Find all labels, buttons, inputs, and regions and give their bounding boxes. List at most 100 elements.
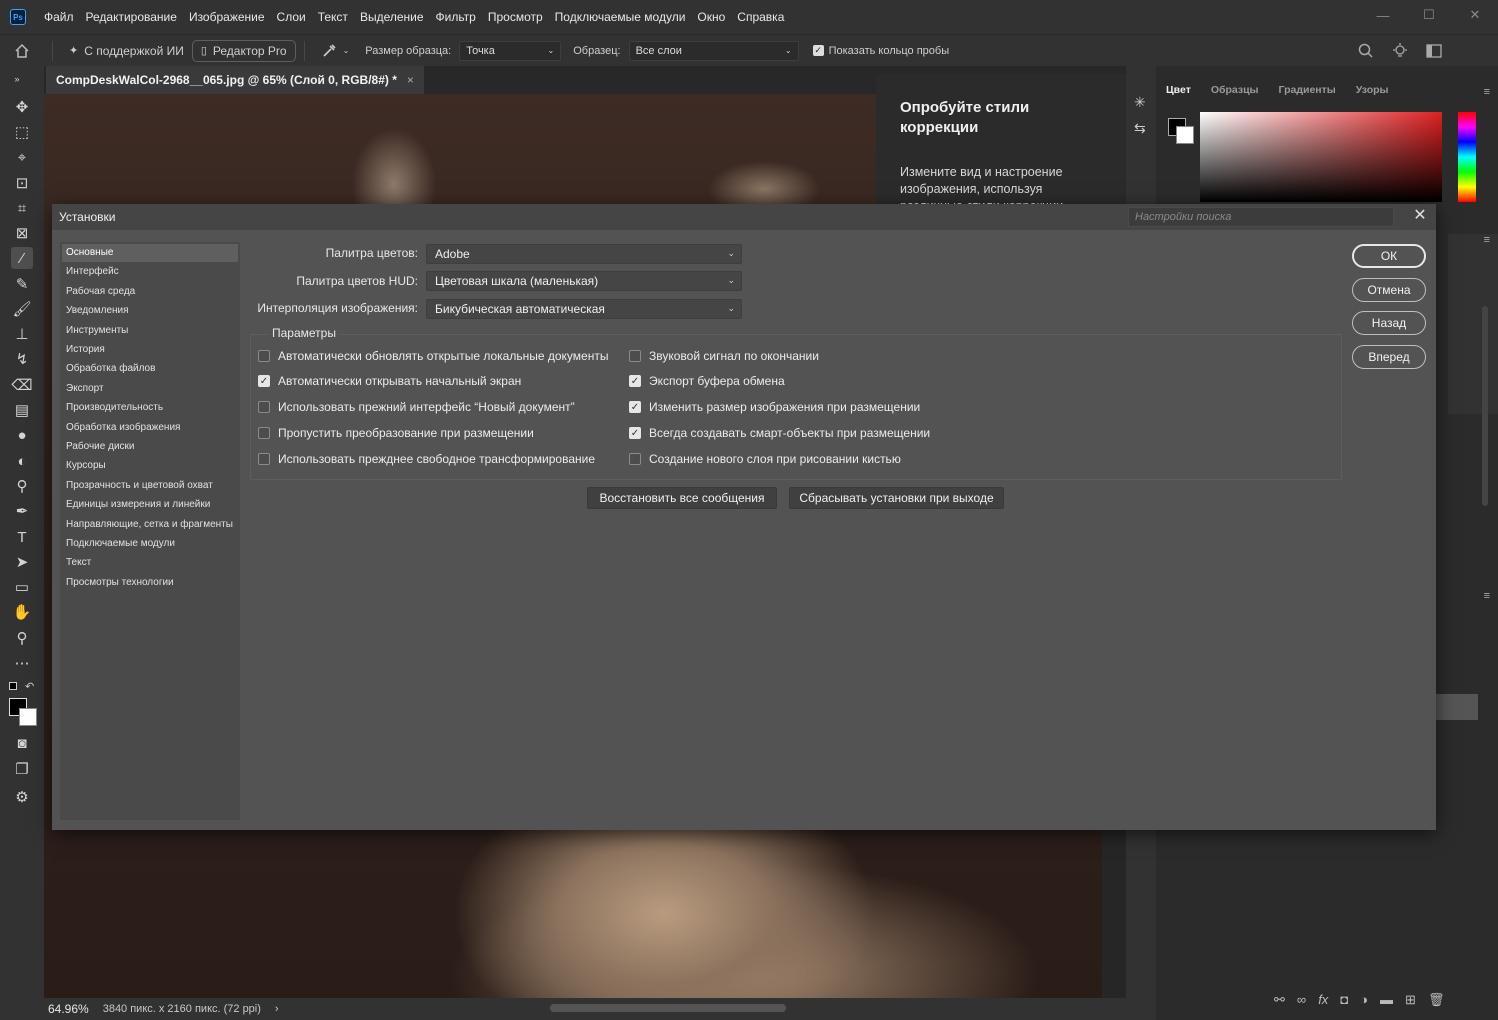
- nav-item-type[interactable]: Текст: [62, 554, 238, 572]
- show-ring-checkbox[interactable]: ✓: [812, 45, 824, 56]
- nav-item-file-handling[interactable]: Обработка файлов: [62, 360, 238, 378]
- menu-window[interactable]: Окно: [691, 10, 731, 24]
- chevron-right-icon[interactable]: ›: [275, 1003, 279, 1015]
- maximize-button[interactable]: ☐: [1406, 0, 1452, 30]
- menu-filter[interactable]: Фильтр: [430, 10, 482, 24]
- menu-help[interactable]: Справка: [731, 10, 790, 24]
- nav-item-workspace[interactable]: Рабочая среда: [62, 283, 238, 301]
- more-tools-icon[interactable]: ⋯: [11, 652, 33, 674]
- zoom-level[interactable]: 64.96%: [48, 1002, 89, 1016]
- horizontal-scrollbar[interactable]: [550, 1004, 786, 1012]
- expand-toolbar-icon[interactable]: »: [6, 68, 28, 90]
- menu-type[interactable]: Текст: [312, 10, 354, 24]
- nav-item-image-processing[interactable]: Обработка изображения: [62, 419, 238, 437]
- history-brush-tool-icon[interactable]: ↯: [11, 348, 33, 370]
- background-color-swatch[interactable]: [1176, 126, 1194, 144]
- type-tool-icon[interactable]: T: [11, 526, 33, 548]
- option-legacy-new-document[interactable]: Использовать прежний интерфейс “Новый до…: [258, 400, 575, 414]
- ok-button[interactable]: ОК: [1352, 244, 1426, 268]
- zoom-tool-icon[interactable]: ⚲: [11, 627, 33, 649]
- trash-icon[interactable]: 🗑: [1428, 992, 1445, 1008]
- color-panel-swatches[interactable]: [1168, 118, 1194, 144]
- cancel-button[interactable]: Отмена: [1352, 278, 1426, 302]
- blur-tool-icon[interactable]: ●: [11, 424, 33, 446]
- crop-tool-icon[interactable]: ⌗: [11, 197, 33, 219]
- nav-item-guides-grid-slices[interactable]: Направляющие, сетка и фрагменты: [62, 516, 238, 534]
- option-legacy-free-transform[interactable]: Использовать прежднее свободное трансфор…: [258, 452, 595, 466]
- panel-scrollbar[interactable]: [1482, 306, 1488, 506]
- menu-edit[interactable]: Редактирование: [80, 10, 183, 24]
- document-tab[interactable]: CompDeskWalCol-2968__065.jpg @ 65% (Слой…: [46, 66, 424, 94]
- checkbox[interactable]: [258, 350, 270, 362]
- panel-menu-icon[interactable]: ≡: [1484, 86, 1490, 98]
- tab-patterns[interactable]: Узоры: [1346, 80, 1399, 104]
- brush-tool-icon[interactable]: 🖌: [11, 298, 33, 320]
- checkbox[interactable]: [258, 427, 270, 439]
- tab-color[interactable]: Цвет: [1156, 80, 1201, 104]
- layer-fill-field[interactable]: [1436, 694, 1478, 720]
- minimize-button[interactable]: —: [1360, 0, 1406, 30]
- foreground-background-swatches[interactable]: [9, 698, 39, 728]
- menu-plugins[interactable]: Подключаемые модули: [549, 10, 692, 24]
- adjustments-icon[interactable]: ⇆: [1134, 120, 1146, 137]
- tab-gradients[interactable]: Градиенты: [1269, 80, 1346, 104]
- edit-toolbar-icon[interactable]: ⚙: [11, 786, 33, 808]
- path-selection-tool-icon[interactable]: ➤: [11, 551, 33, 573]
- nav-item-tools[interactable]: Инструменты: [62, 322, 238, 340]
- hue-slider[interactable]: [1458, 112, 1476, 202]
- pen-tool-icon[interactable]: ✒: [11, 500, 33, 522]
- new-group-icon[interactable]: ▬: [1380, 992, 1393, 1008]
- color-picker-select[interactable]: Adobe ⌄: [426, 244, 742, 264]
- option-beep-when-done[interactable]: Звуковой сигнал по окончании: [629, 349, 819, 363]
- sample-select[interactable]: Все слои ⌄: [628, 40, 799, 61]
- home-icon[interactable]: [0, 43, 44, 59]
- menu-file[interactable]: Файл: [38, 10, 80, 24]
- new-layer-icon[interactable]: ⊞: [1405, 992, 1416, 1008]
- quick-mask-icon[interactable]: ◙: [11, 732, 33, 754]
- fx-icon[interactable]: fx: [1318, 992, 1328, 1008]
- checkbox-checked[interactable]: ✓: [629, 427, 641, 439]
- option-skip-transform-place[interactable]: Пропустить преобразование при размещении: [258, 426, 534, 440]
- nav-item-history[interactable]: История: [62, 341, 238, 359]
- panel-menu-icon[interactable]: ≡: [1484, 590, 1490, 602]
- checkbox[interactable]: [258, 453, 270, 465]
- menu-image[interactable]: Изображение: [183, 10, 271, 24]
- option-auto-update-docs[interactable]: Автоматически обновлять открытые локальн…: [258, 349, 608, 363]
- interpolation-select[interactable]: Бикубическая автоматическая ⌄: [426, 299, 742, 319]
- eyedropper-tool-icon[interactable]: ⁄: [11, 247, 33, 269]
- tab-swatches[interactable]: Образцы: [1201, 80, 1269, 104]
- nav-item-units-rulers[interactable]: Единицы измерения и линейки: [62, 496, 238, 514]
- checkbox-checked[interactable]: ✓: [258, 375, 270, 387]
- quick-selection-tool-icon[interactable]: ⌖: [11, 146, 33, 168]
- nav-item-export[interactable]: Экспорт: [62, 380, 238, 398]
- ai-assisted-button[interactable]: ✦ С поддержкой ИИ: [61, 40, 192, 62]
- link-layers-icon[interactable]: ⚯: [1274, 992, 1285, 1008]
- nav-item-scratch-disks[interactable]: Рабочие диски: [62, 438, 238, 456]
- nav-item-transparency-gamut[interactable]: Прозрачность и цветовой охват: [62, 477, 238, 495]
- discover-icon[interactable]: ✳: [1134, 94, 1146, 111]
- checkbox[interactable]: [258, 401, 270, 413]
- adjustment-layer-icon[interactable]: ◑: [1360, 992, 1368, 1008]
- dialog-close-icon[interactable]: ✕: [1410, 206, 1430, 226]
- restore-messages-button[interactable]: Восстановить все сообщения: [587, 487, 777, 509]
- nav-item-technology-previews[interactable]: Просмотры технологии: [62, 574, 238, 592]
- sample-size-select[interactable]: Точка ⌄: [459, 40, 562, 61]
- object-selection-tool-icon[interactable]: ⊡: [11, 172, 33, 194]
- panel-menu-icon[interactable]: ≡: [1484, 234, 1490, 246]
- menu-view[interactable]: Просмотр: [482, 10, 549, 24]
- checkbox-checked[interactable]: ✓: [629, 375, 641, 387]
- frame-tool-icon[interactable]: ⊠: [11, 222, 33, 244]
- eyedropper-preset-button[interactable]: ⌄: [313, 40, 358, 62]
- settings-search-input[interactable]: Настройки поиска: [1128, 207, 1394, 227]
- menu-select[interactable]: Выделение: [354, 10, 430, 24]
- move-tool-icon[interactable]: ✥: [11, 96, 33, 118]
- color-field[interactable]: [1200, 112, 1442, 202]
- nav-item-notifications[interactable]: Уведомления: [62, 302, 238, 320]
- add-mask-icon[interactable]: ◘: [1340, 992, 1348, 1008]
- option-export-clipboard[interactable]: ✓ Экспорт буфера обмена: [629, 374, 785, 388]
- clone-stamp-tool-icon[interactable]: ⊥: [11, 323, 33, 345]
- option-new-layer-on-brush[interactable]: Создание нового слоя при рисовании кисть…: [629, 452, 901, 466]
- checkbox-checked[interactable]: ✓: [629, 401, 641, 413]
- nav-item-performance[interactable]: Производительность: [62, 399, 238, 417]
- zoom-search-tool-icon[interactable]: ⚲: [11, 475, 33, 497]
